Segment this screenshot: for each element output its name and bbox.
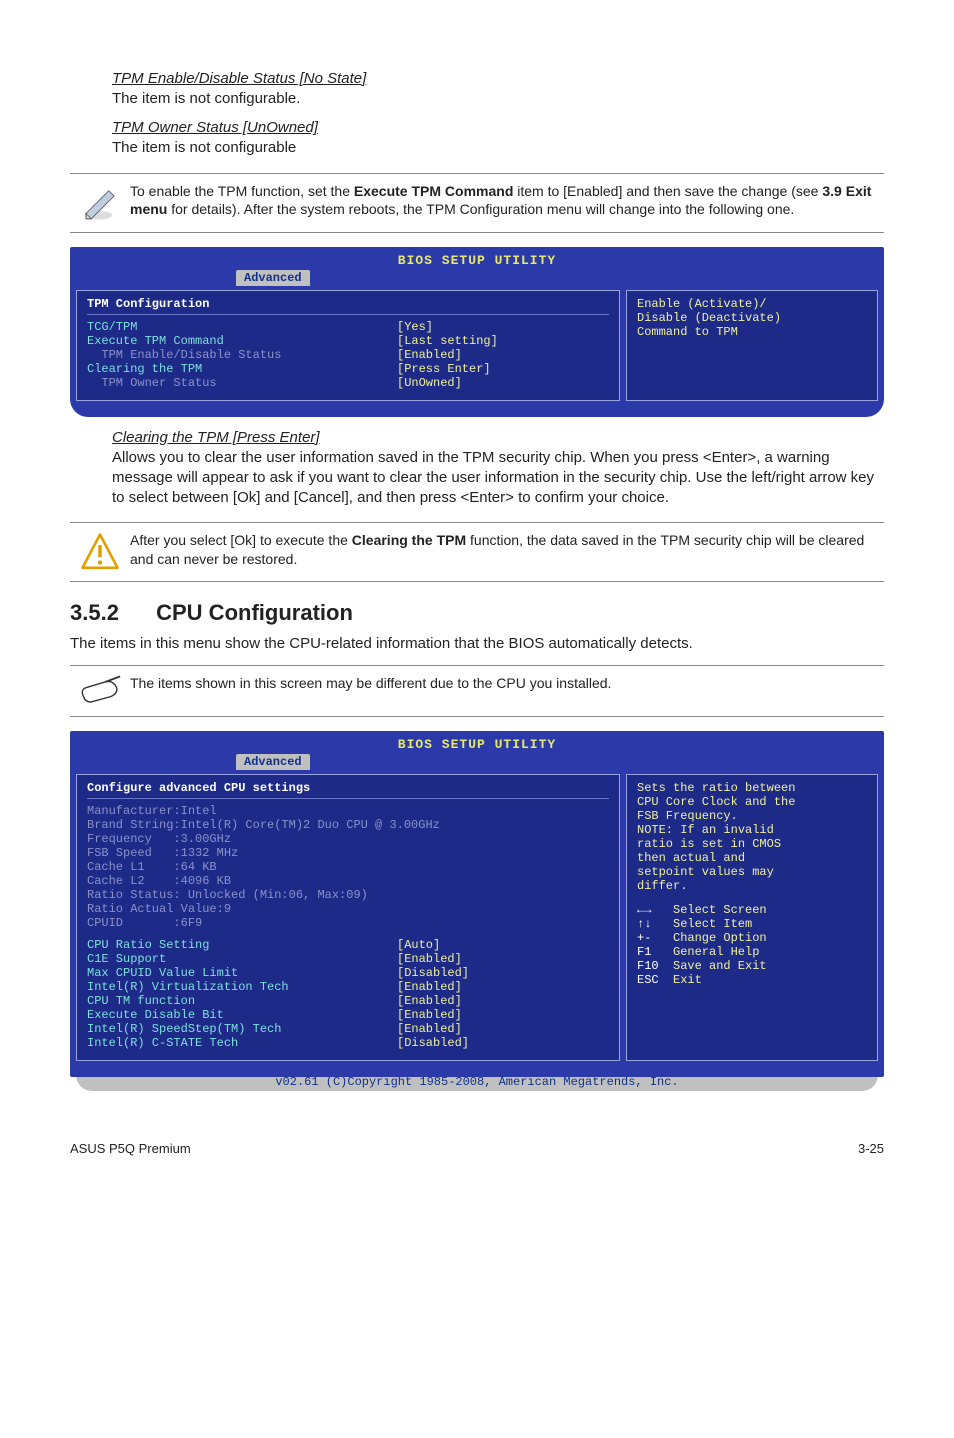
bios-title: BIOS SETUP UTILITY [76,253,878,268]
bios-setting-row: Intel(R) SpeedStep(TM) Tech[Enabled] [87,1022,609,1036]
bios-key-text: Save and Exit [673,959,767,973]
bios-panel-cpu: BIOS SETUP UTILITY Advanced Configure ad… [70,731,884,1077]
section-title: CPU Configuration [156,600,353,625]
bios-left-header: Configure advanced CPU settings [87,781,609,799]
bios-row: Execute TPM Command[Last setting] [87,334,609,348]
bios-setting-value: [Auto] [397,938,440,952]
bios-setting-label: C1E Support [87,952,397,966]
bios-key-text: Select Item [673,917,752,931]
bios-key-hint: ↑↓Select Item [637,917,867,931]
note-text-part: After you select [Ok] to execute the [130,532,352,548]
note-clearing: After you select [Ok] to execute the Cle… [130,531,884,569]
bios-row-label: Execute TPM Command [87,334,397,348]
bios-key-hint: ←→Select Screen [637,903,867,917]
bios-key-text: Change Option [673,931,767,945]
clearing-tpm-heading: Clearing the TPM [Press Enter] [112,429,884,446]
bios-setting-row: Intel(R) C-STATE Tech[Disabled] [87,1036,609,1050]
clearing-tpm-text: Allows you to clear the user information… [112,448,884,509]
bios-key: F10 [637,959,673,973]
tpm-enable-heading: TPM Enable/Disable Status [No State] [112,70,884,87]
bios-setting-label: Intel(R) SpeedStep(TM) Tech [87,1022,397,1036]
bios-row: TCG/TPM[Yes] [87,320,609,334]
note-enable-tpm: To enable the TPM function, set the Exec… [130,182,884,220]
bios-setting-value: [Enabled] [397,994,462,1008]
bios-key-text: Select Screen [673,903,767,917]
bios-key-hint: F10Save and Exit [637,959,867,973]
bios-row-value: [Enabled] [397,348,462,362]
bios-setting-label: CPU TM function [87,994,397,1008]
bios-row: TPM Enable/Disable Status[Enabled] [87,348,609,362]
bios-panel-tpm: BIOS SETUP UTILITY Advanced TPM Configur… [70,247,884,417]
page-footer-right: 3-25 [858,1141,884,1156]
bios-setting-label: CPU Ratio Setting [87,938,397,952]
bios-setting-value: [Disabled] [397,1036,469,1050]
bios-key: ↑↓ [637,917,673,931]
bios-help-text: Sets the ratio between CPU Core Clock an… [637,781,867,893]
bios-setting-value: [Enabled] [397,1008,462,1022]
bios-row: Clearing the TPM[Press Enter] [87,362,609,376]
tpm-owner-text: The item is not configurable [112,138,884,158]
bios-help-text: Enable (Activate)/ Disable (Deactivate) … [637,297,867,339]
bios-key: ESC [637,973,673,987]
note-text-part: To enable the TPM function, set the [130,183,354,199]
bios-row-label: TPM Owner Status [87,376,397,390]
note-text-part: item to [Enabled] and then save the chan… [517,183,822,199]
bios-setting-row: Max CPUID Value Limit[Disabled] [87,966,609,980]
bios-setting-value: [Enabled] [397,952,462,966]
bios-setting-row: C1E Support[Enabled] [87,952,609,966]
bios-tab-advanced: Advanced [236,754,310,770]
bios-key: +- [637,931,673,945]
note-text-bold: Clearing the TPM [352,532,466,548]
bios-row: TPM Owner Status[UnOwned] [87,376,609,390]
bios-setting-row: Intel(R) Virtualization Tech[Enabled] [87,980,609,994]
cpu-conf-intro: The items in this menu show the CPU-rela… [70,634,884,654]
hand-pointer-icon [70,674,130,708]
warning-icon [70,531,130,573]
bios-row-label: TPM Enable/Disable Status [87,348,397,362]
bios-setting-row: CPU TM function[Enabled] [87,994,609,1008]
bios-key: F1 [637,945,673,959]
note-text-bold: Execute TPM Command [354,183,513,199]
note-cpu: The items shown in this screen may be di… [130,674,611,693]
bios-setting-label: Execute Disable Bit [87,1008,397,1022]
bios-key-hint: +-Change Option [637,931,867,945]
bios-setting-row: Execute Disable Bit[Enabled] [87,1008,609,1022]
bios-row-value: [Press Enter] [397,362,491,376]
bios-left-header: TPM Configuration [87,297,609,315]
note-pencil-icon [70,182,130,224]
bios-setting-value: [Enabled] [397,1022,462,1036]
bios-row-value: [Last setting] [397,334,498,348]
bios-setting-value: [Disabled] [397,966,469,980]
bios-info-block: Manufacturer:Intel Brand String:Intel(R)… [87,804,609,930]
bios-key: ←→ [637,903,673,917]
bios-setting-label: Intel(R) Virtualization Tech [87,980,397,994]
bios-setting-label: Max CPUID Value Limit [87,966,397,980]
tpm-enable-text: The item is not configurable. [112,89,884,109]
note-text-part: for details). After the system reboots, … [171,201,794,217]
bios-row-label: TCG/TPM [87,320,397,334]
section-cpu-conf-heading: 3.5.2 CPU Configuration [70,600,884,626]
bios-setting-value: [Enabled] [397,980,462,994]
bios-setting-row: CPU Ratio Setting[Auto] [87,938,609,952]
bios-setting-label: Intel(R) C-STATE Tech [87,1036,397,1050]
tpm-owner-heading: TPM Owner Status [UnOwned] [112,119,884,136]
bios-row-value: [UnOwned] [397,376,462,390]
section-number: 3.5.2 [70,600,150,626]
bios-tab-advanced: Advanced [236,270,310,286]
bios-key-hint: F1General Help [637,945,867,959]
bios-key-text: General Help [673,945,759,959]
bios-title: BIOS SETUP UTILITY [76,737,878,752]
bios-key-text: Exit [673,973,702,987]
page-footer-left: ASUS P5Q Premium [70,1141,191,1156]
bios-row-label: Clearing the TPM [87,362,397,376]
bios-key-hint: ESCExit [637,973,867,987]
bios-row-value: [Yes] [397,320,433,334]
